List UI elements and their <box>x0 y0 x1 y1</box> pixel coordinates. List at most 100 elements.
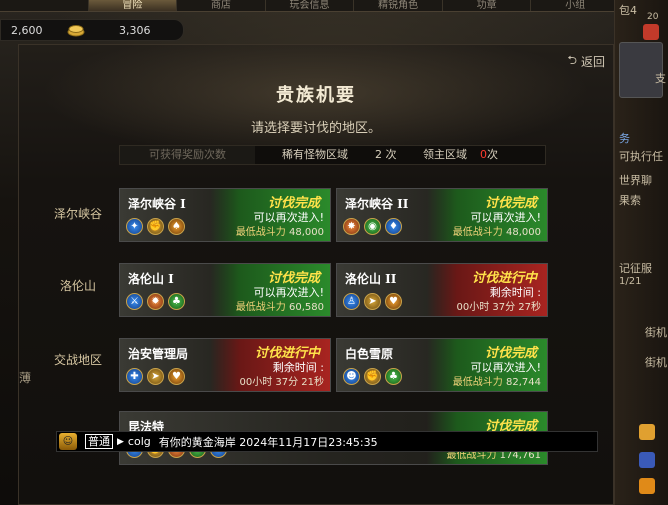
orange-emblem-icon: ✸ <box>343 218 360 235</box>
spade-icon: ♠ <box>168 218 185 235</box>
return-arrow-icon: ⮌ <box>567 53 577 67</box>
dungeon-card[interactable]: 白色雪原 讨伐完成 可以再次进入! 最低战斗力 82,744 ☻ ✊ ♣ <box>336 338 548 392</box>
requirement-value: 60,580 <box>289 302 324 313</box>
reward-icons: ♙ ➤ ♥ <box>343 293 402 310</box>
nav-tab-group[interactable]: 小组 <box>531 0 621 11</box>
remaining-time: 00小时 37分 21秒 <box>239 377 324 388</box>
strip-text: 可执行任 <box>619 150 663 163</box>
cross-icon: ✚ <box>126 368 143 385</box>
lord-area-count: 0 <box>480 148 487 161</box>
currency-bar: 2,600 3,306 <box>0 19 184 41</box>
region-label: 泽尔峡谷 <box>53 207 102 221</box>
reward-count-bar: 可获得奖励次数 稀有怪物区域 2 次 领主区域 0 次 <box>119 145 546 165</box>
crown-icon[interactable] <box>639 424 655 440</box>
chat-emote-icon[interactable]: ☺ <box>59 433 77 450</box>
side-char: 薄 <box>19 371 32 385</box>
heart-icon: ♥ <box>385 293 402 310</box>
sword-icon: ⚔ <box>126 293 143 310</box>
dungeon-name: 治安管理局 <box>128 347 189 361</box>
strip-text[interactable]: 街机 <box>645 354 667 370</box>
reward-icons: ✚ ➤ ♥ <box>126 368 185 385</box>
eye-icon: ◉ <box>364 218 381 235</box>
chat-message: 有你的黄金海岸 2024年11月17日23:45:35 <box>158 435 378 449</box>
page-subtitle: 请选择要讨伐的地区。 <box>250 121 381 136</box>
dungeon-requirement: 最低战斗力 82,744 <box>453 373 541 388</box>
reward-icons: ✸ ◉ ♦ <box>343 218 402 235</box>
chat-channel[interactable]: 普通 <box>85 434 113 449</box>
dungeon-name: 洛伦山 II <box>345 272 397 286</box>
nav-tab-info[interactable]: 玩会信息 <box>266 0 355 11</box>
dungeon-requirement: 最低战斗力 60,580 <box>236 298 324 313</box>
dungeon-card[interactable]: 泽尔峡谷 II 讨伐完成 可以再次进入! 最低战斗力 48,000 ✸ ◉ ♦ <box>336 188 548 242</box>
arrow-icon: ➤ <box>364 293 381 310</box>
strip-text: 支 <box>655 72 666 85</box>
strip-text: 1/21 <box>619 276 642 287</box>
dungeon-requirement: 最低战斗力 48,000 <box>236 223 324 238</box>
dungeon-name: 洛伦山 I <box>128 272 174 286</box>
strip-text: 世界聊 <box>619 174 652 187</box>
blue-emblem-icon: ✦ <box>126 218 143 235</box>
menu-icon[interactable] <box>639 452 655 468</box>
heart-icon: ♥ <box>168 368 185 385</box>
requirement-label: 最低战斗力 <box>452 377 503 388</box>
fist-icon: ✊ <box>147 218 164 235</box>
reward-icons: ⚔ ✹ ♣ <box>126 293 185 310</box>
region-label: 交战地区 <box>53 353 102 367</box>
reward-icons: ☻ ✊ ♣ <box>343 368 402 385</box>
top-navigation: 冒险 商店 玩会信息 精锐角色 功章 小组 <box>0 0 621 12</box>
page-title: 贵族机要 <box>276 85 356 106</box>
event-icon[interactable] <box>639 478 655 494</box>
torch-icon: ✹ <box>147 293 164 310</box>
nav-tab-elite[interactable]: 精锐角色 <box>354 0 443 11</box>
dungeon-card[interactable]: 洛伦山 II 讨伐进行中 剩余时间 : 00小时 37分 27秒 ♙ ➤ ♥ <box>336 263 548 317</box>
strip-text: 记征服 <box>619 262 652 275</box>
nav-tab-adventure[interactable]: 冒险 <box>88 0 178 11</box>
coin-icon <box>67 25 85 37</box>
lord-area-label: 领主区域 <box>423 148 467 161</box>
strip-text: 果索 <box>619 194 641 207</box>
dungeon-card[interactable]: 治安管理局 讨伐进行中 剩余时间 : 00小时 37分 21秒 ✚ ➤ ♥ <box>119 338 331 392</box>
gold-amount: 2,600 <box>11 23 43 37</box>
requirement-value: 48,000 <box>506 227 541 238</box>
club-icon: ♣ <box>385 368 402 385</box>
requirement-value: 82,744 <box>506 377 541 388</box>
club-icon: ♣ <box>168 293 185 310</box>
strip-text: 务 <box>619 132 630 145</box>
nav-tab-0[interactable] <box>0 0 89 11</box>
right-side-strip: 包4 20 支 务 可执行任 世界聊 果索 记征服 1/21 街机 街机 <box>614 0 668 505</box>
region-label: 洛伦山 <box>59 279 96 293</box>
chat-line[interactable]: ☺ 普通 ▶ colg 有你的黄金海岸 2024年11月17日23:45:35 <box>56 431 598 452</box>
dungeon-requirement: 00小时 37分 21秒 <box>239 373 324 388</box>
strip-text: 包4 <box>619 4 637 17</box>
rare-area-label: 稀有怪物区域 <box>282 148 348 161</box>
back-label: 返回 <box>580 55 605 69</box>
nav-tab-medal[interactable]: 功章 <box>443 0 532 11</box>
dungeon-requirement: 00小时 37分 27秒 <box>456 298 541 313</box>
arrow-icon: ➤ <box>147 368 164 385</box>
strip-text: 20 <box>647 12 659 22</box>
dungeon-name: 泽尔峡谷 II <box>345 197 409 211</box>
remaining-time: 00小时 37分 27秒 <box>456 302 541 313</box>
dungeon-requirement: 最低战斗力 48,000 <box>453 223 541 238</box>
chat-user[interactable]: colg <box>128 435 151 448</box>
dungeon-card[interactable]: 洛伦山 I 讨伐完成 可以再次进入! 最低战斗力 60,580 ⚔ ✹ ♣ <box>119 263 331 317</box>
dungeon-card[interactable]: 泽尔峡谷 I 讨伐完成 可以再次进入! 最低战斗力 48,000 ✦ ✊ ♠ <box>119 188 331 242</box>
face-icon: ☻ <box>343 368 360 385</box>
nav-tab-shop[interactable]: 商店 <box>177 0 266 11</box>
reward-label: 可获得奖励次数 <box>120 146 255 164</box>
fist-icon: ✊ <box>364 368 381 385</box>
dungeon-name: 白色雪原 <box>345 347 394 361</box>
requirement-label: 最低战斗力 <box>452 227 503 238</box>
diamond-icon: ♦ <box>385 218 402 235</box>
rare-area-count: 2 次 <box>375 148 397 161</box>
chevron-right-icon: ▶ <box>117 436 124 447</box>
quest-icon[interactable] <box>643 24 659 40</box>
requirement-value: 48,000 <box>289 227 324 238</box>
reward-icons: ✦ ✊ ♠ <box>126 218 185 235</box>
requirement-label: 最低战斗力 <box>235 227 286 238</box>
figure-icon: ♙ <box>343 293 360 310</box>
cash-amount: 3,306 <box>119 23 151 37</box>
requirement-label: 最低战斗力 <box>235 302 286 313</box>
back-button[interactable]: ⮌ 返回 <box>567 51 605 72</box>
strip-text[interactable]: 街机 <box>645 324 667 340</box>
